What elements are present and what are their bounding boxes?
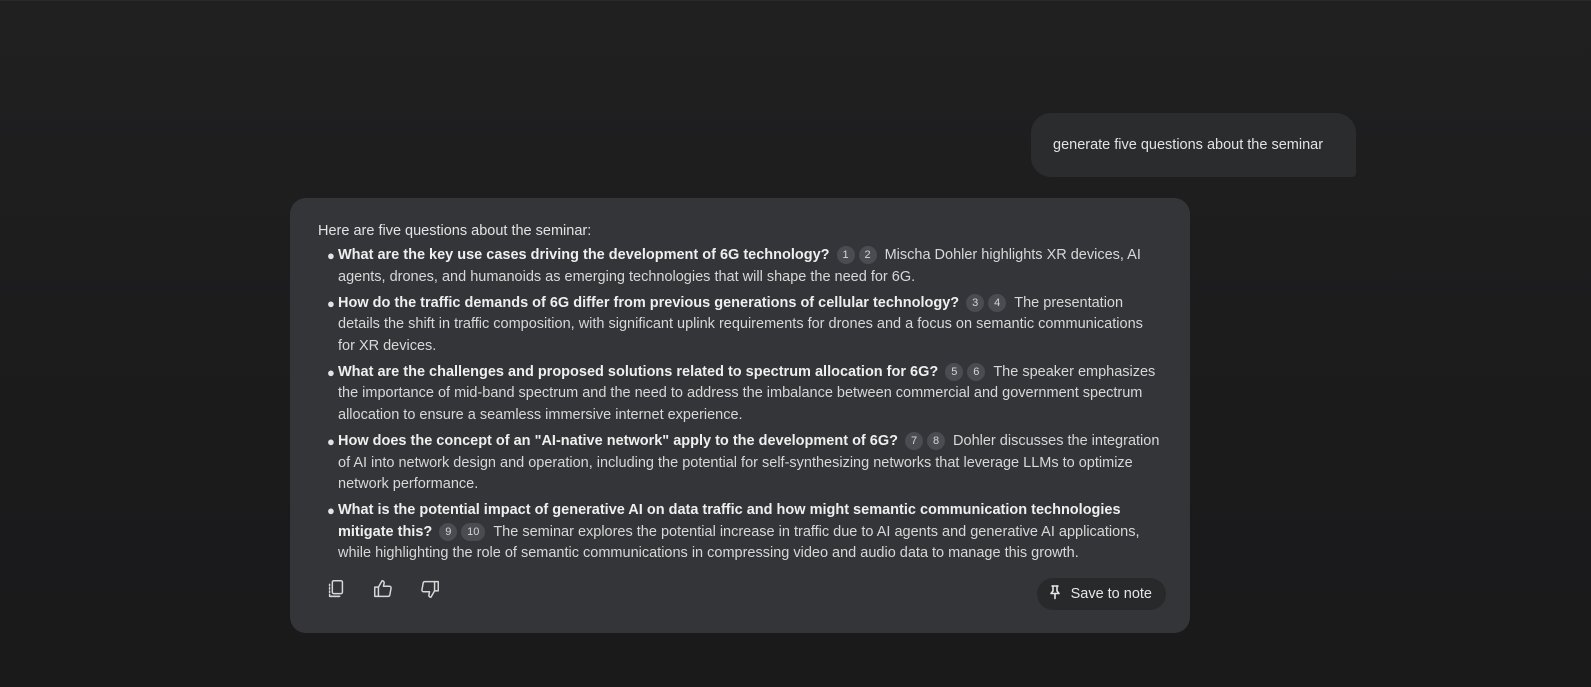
question-description: The seminar explores the potential incre…: [338, 523, 1140, 562]
list-item: ● How does the concept of an "AI-native …: [327, 431, 1162, 496]
list-item: ● What is the potential impact of genera…: [327, 500, 1162, 565]
citation-chip[interactable]: 10: [461, 522, 486, 541]
copy-icon: [325, 578, 347, 605]
list-item: ● How do the traffic demands of 6G diffe…: [327, 293, 1162, 358]
bullet-icon: ●: [327, 295, 335, 311]
citation-chip[interactable]: 3: [966, 293, 985, 312]
question-list: ● What are the key use cases driving the…: [318, 245, 1162, 565]
response-intro: Here are five questions about the semina…: [318, 223, 592, 239]
question-title: What are the key use cases driving the d…: [338, 247, 830, 263]
citation-chip[interactable]: 7: [905, 431, 924, 450]
list-item: ● What are the challenges and proposed s…: [327, 362, 1162, 427]
question-title: What are the challenges and proposed sol…: [338, 363, 939, 380]
citation-chip[interactable]: 1: [836, 246, 855, 264]
save-to-note-label: Save to note: [1070, 586, 1152, 602]
thumbs-up-button[interactable]: [365, 573, 401, 609]
thumbs-down-icon: [419, 578, 441, 605]
response-actions: [318, 573, 448, 609]
copy-button[interactable]: [318, 573, 354, 609]
citation-chip[interactable]: 9: [439, 522, 458, 541]
response-card: Here are five questions about the semina…: [290, 198, 1190, 633]
citation-chip[interactable]: 2: [858, 246, 877, 264]
citation-chip[interactable]: 5: [945, 362, 964, 381]
save-to-note-button[interactable]: Save to note: [1036, 578, 1166, 610]
thumbs-down-button[interactable]: [412, 573, 448, 609]
user-message-bubble: generate five questions about the semina…: [1031, 113, 1356, 177]
pin-icon: [1047, 584, 1063, 604]
thumbs-up-icon: [372, 578, 394, 605]
top-divider: [0, 0, 1591, 1]
user-message-text: generate five questions about the semina…: [1053, 137, 1324, 153]
citation-chip[interactable]: 6: [967, 362, 986, 381]
bullet-icon: ●: [327, 503, 335, 519]
list-item: ● What are the key use cases driving the…: [327, 245, 1162, 288]
citation-chip[interactable]: 4: [988, 293, 1007, 312]
bullet-icon: ●: [327, 248, 335, 263]
question-title: How do the traffic demands of 6G differ …: [338, 294, 960, 311]
citation-chip[interactable]: 8: [927, 431, 946, 450]
bullet-icon: ●: [327, 433, 335, 449]
bullet-icon: ●: [327, 364, 335, 380]
question-title: How does the concept of an "AI-native ne…: [338, 432, 898, 449]
